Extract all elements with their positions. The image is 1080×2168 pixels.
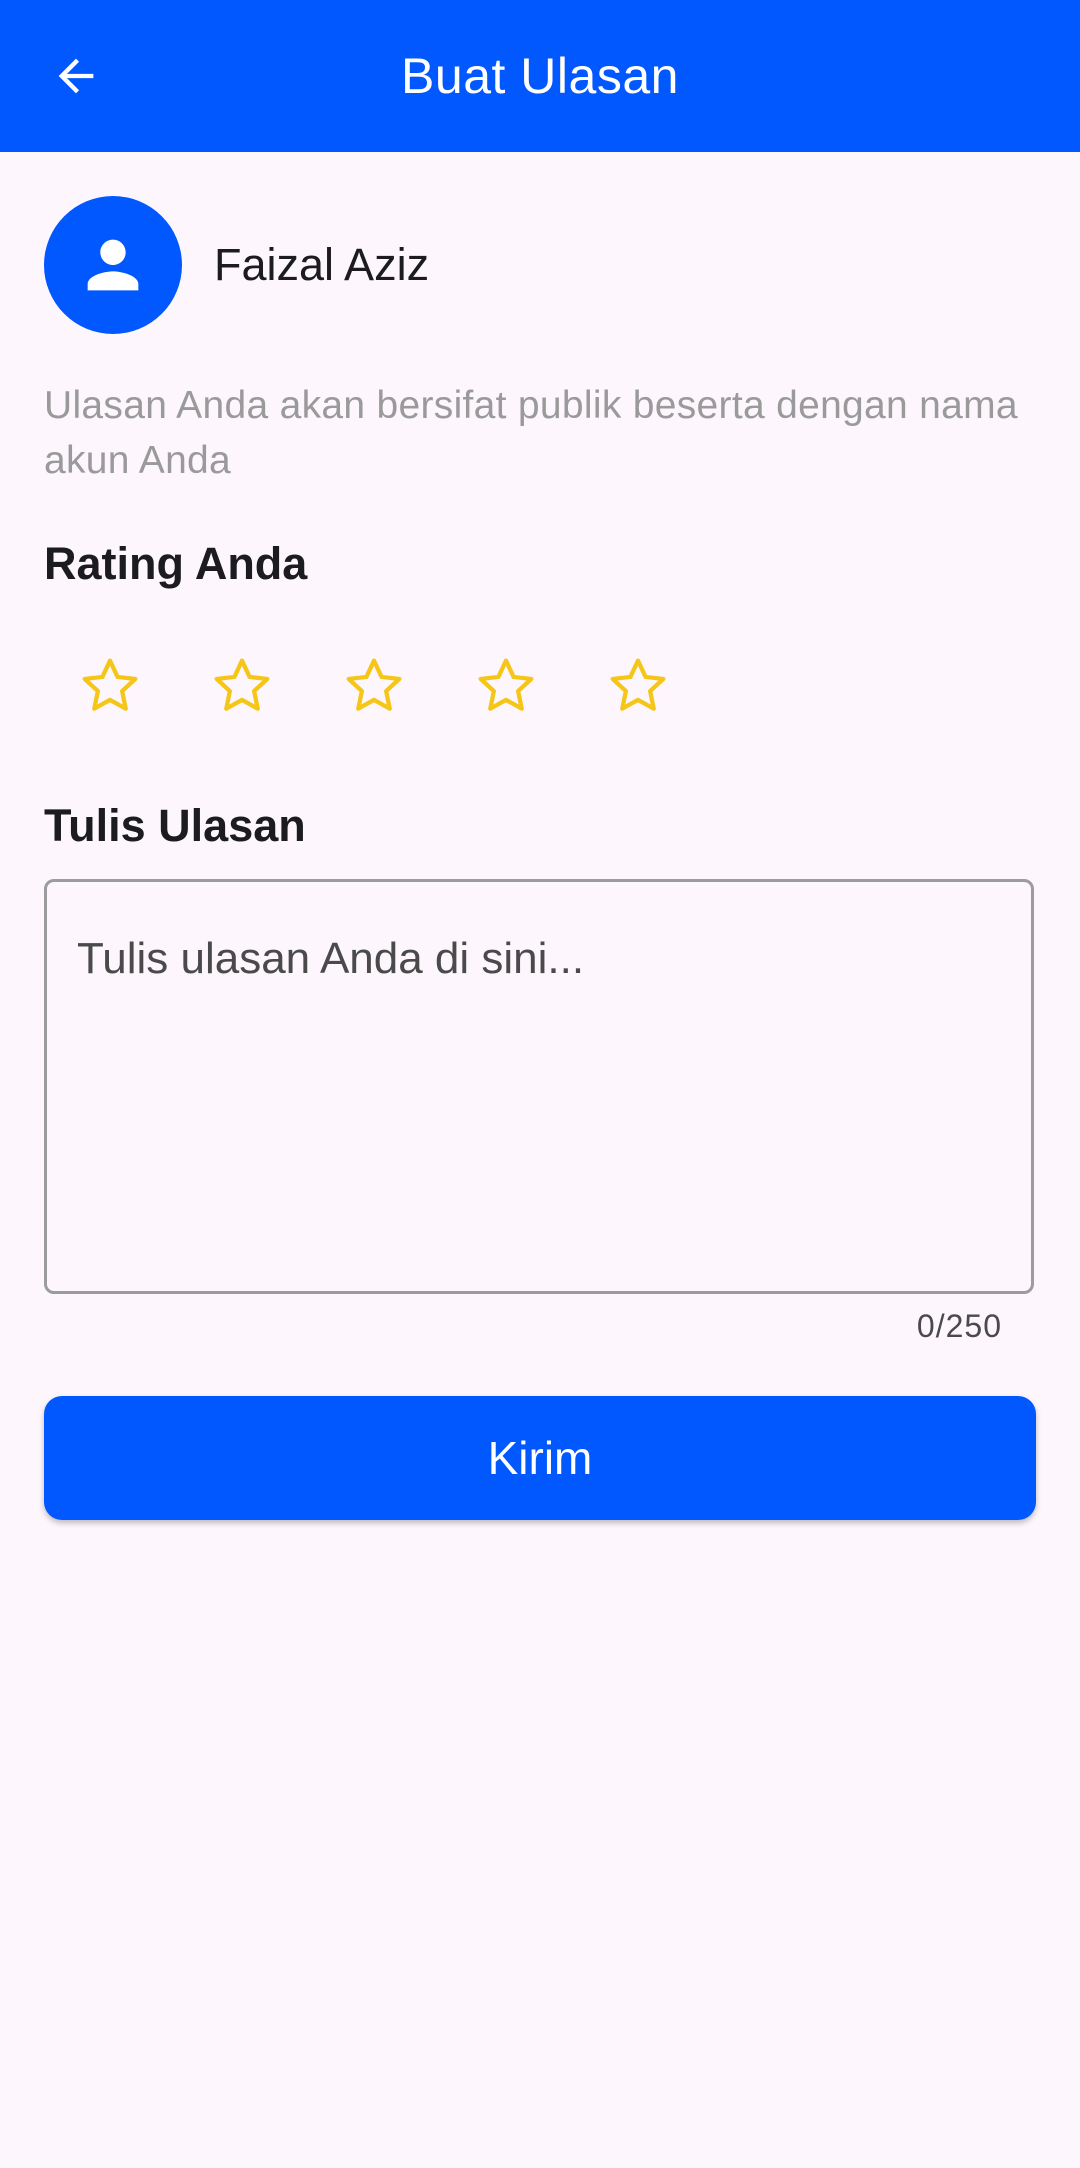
submit-button[interactable]: Kirim xyxy=(44,1396,1036,1520)
page-title: Buat Ulasan xyxy=(401,48,679,104)
star-5[interactable] xyxy=(602,650,674,722)
star-1[interactable] xyxy=(74,650,146,722)
review-textarea[interactable] xyxy=(47,882,1031,1291)
public-review-notice: Ulasan Anda akan bersifat publik beserta… xyxy=(44,384,1018,482)
star-outline-icon xyxy=(346,658,402,711)
star-4[interactable] xyxy=(470,650,542,722)
star-outline-icon xyxy=(214,658,270,711)
avatar xyxy=(44,196,182,334)
star-rating xyxy=(74,650,734,722)
star-2[interactable] xyxy=(206,650,278,722)
star-outline-icon xyxy=(82,658,138,711)
star-outline-icon xyxy=(610,658,666,711)
rating-title: Rating Anda xyxy=(44,538,308,589)
person-icon xyxy=(87,239,139,291)
character-counter: 0/250 xyxy=(916,1308,1002,1344)
review-title: Tulis Ulasan xyxy=(44,800,306,851)
app-bar: Buat Ulasan xyxy=(0,0,1080,152)
user-name: Faizal Aziz xyxy=(214,239,430,290)
star-3[interactable] xyxy=(338,650,410,722)
star-outline-icon xyxy=(478,658,534,711)
review-textarea-container xyxy=(44,879,1034,1294)
